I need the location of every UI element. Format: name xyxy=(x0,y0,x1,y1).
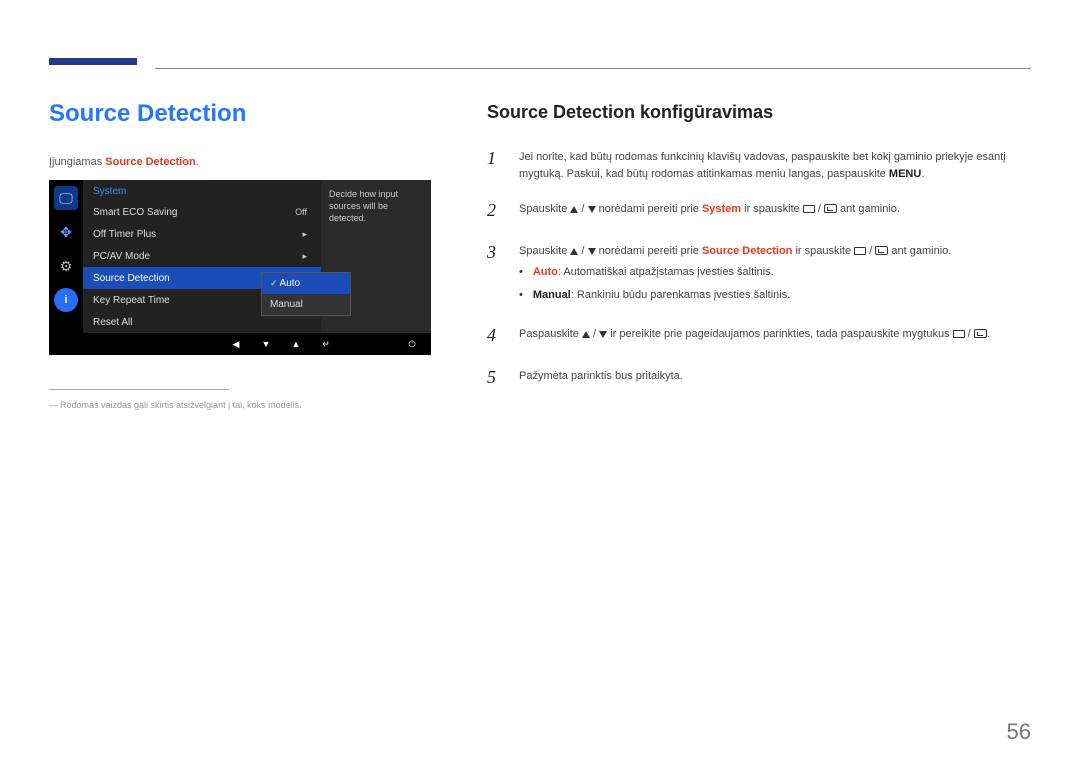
footnote-rule xyxy=(49,389,229,390)
arrow-down-icon xyxy=(599,331,607,338)
button-icon xyxy=(953,330,965,338)
t: ir pereikite prie pageidaujamos parinkti… xyxy=(607,328,952,340)
arrow-up-icon xyxy=(570,206,578,213)
t: . xyxy=(921,168,924,180)
button-icon xyxy=(854,247,866,255)
step-text: Spauskite / norėdami pereiti prie Source… xyxy=(519,239,951,308)
step-number: 1 xyxy=(487,145,501,183)
step-number: 3 xyxy=(487,239,501,308)
nav-down-icon: ▼ xyxy=(259,339,273,349)
enter-icon xyxy=(875,246,888,255)
footnote-text: Rodomas vaizdas gali skirtis atsižvelgia… xyxy=(49,400,429,410)
t: ant gaminio. xyxy=(888,245,951,257)
enter-icon xyxy=(974,329,987,338)
osd-submenu-manual: Manual xyxy=(262,294,350,315)
bullet-auto: Auto: Automatiškai atpažįstamas įvesties… xyxy=(519,264,951,281)
step-2: 2 Spauskite / norėdami pereiti prie Syst… xyxy=(487,197,1031,225)
step-3: 3 Spauskite / norėdami pereiti prie Sour… xyxy=(487,239,1031,308)
t: norėdami pereiti prie xyxy=(596,203,702,215)
menu-keyword: MENU xyxy=(889,168,921,180)
bullet-dot xyxy=(519,287,523,304)
osd-row-eco: Smart ECO Saving Off xyxy=(83,201,321,223)
intro-post: . xyxy=(196,156,199,168)
osd-row-label: Reset All xyxy=(93,317,311,328)
osd-section-title: System xyxy=(83,180,321,201)
t: Paspauskite xyxy=(519,328,582,340)
page-number: 56 xyxy=(1007,719,1031,745)
source-detection-keyword: Source Detection xyxy=(702,245,792,257)
arrow-down-icon xyxy=(588,248,596,255)
osd-row-label: PC/AV Mode xyxy=(93,251,302,262)
osd-submenu-auto: ✓Auto xyxy=(262,273,350,294)
osd-row-label: Off Timer Plus xyxy=(93,229,302,240)
page-content: Source Detection Įjungiamas Source Detec… xyxy=(0,0,1080,410)
manual-keyword: Manual xyxy=(533,289,571,301)
t: : Automatiškai atpažįstamas įvesties šal… xyxy=(558,266,774,278)
osd-row-pcav: PC/AV Mode ▸ xyxy=(83,245,321,267)
step-1: 1 Jei norite, kad būtų rodomas funkcinių… xyxy=(487,145,1031,183)
step-number: 4 xyxy=(487,322,501,350)
system-keyword: System xyxy=(702,203,741,215)
button-icon xyxy=(803,205,815,213)
t: Spauskite xyxy=(519,203,570,215)
page-title: Source Detection xyxy=(49,100,429,128)
header-rule xyxy=(155,68,1031,69)
right-column: Source Detection konfigūravimas 1 Jei no… xyxy=(487,100,1031,410)
nav-enter-icon: ↵ xyxy=(319,339,333,350)
bullet-text: Auto: Automatiškai atpažįstamas įvesties… xyxy=(533,264,774,281)
bullet-text: Manual: Rankiniu būdu parenkamas įvestie… xyxy=(533,287,790,304)
section-heading: Source Detection konfigūravimas xyxy=(487,102,1031,123)
nav-up-icon: ▲ xyxy=(289,339,303,349)
arrow-down-icon xyxy=(588,206,596,213)
t: Spauskite xyxy=(519,245,570,257)
power-icon: ⏻ xyxy=(405,339,419,350)
osd-row-value: ▸ xyxy=(302,229,311,240)
step-number: 2 xyxy=(487,197,501,225)
arrow-up-icon xyxy=(582,331,590,338)
header-accent-bar xyxy=(49,58,137,65)
t: Jei norite, kad būtų rodomas funkcinių k… xyxy=(519,151,1006,180)
nav-left-icon: ◀ xyxy=(229,339,243,350)
intro-keyword: Source Detection xyxy=(105,156,195,168)
osd-row-timer: Off Timer Plus ▸ xyxy=(83,223,321,245)
step-text: Paspauskite / ir pereikite prie pageidau… xyxy=(519,322,990,350)
step-number: 5 xyxy=(487,364,501,392)
osd-screenshot: 🖵 ✥ ⚙ i System Smart ECO Saving Off Off … xyxy=(49,180,431,355)
t: ir spauskite xyxy=(792,245,854,257)
left-column: Source Detection Įjungiamas Source Detec… xyxy=(49,100,429,410)
bullet-manual: Manual: Rankiniu būdu parenkamas įvestie… xyxy=(519,287,951,304)
step-5: 5 Pažymėta parinktis bus pritaikyta. xyxy=(487,364,1031,392)
t: ant gaminio. xyxy=(837,203,900,215)
osd-sub-label: Manual xyxy=(270,299,303,310)
osd-submenu: ✓Auto Manual xyxy=(261,272,351,316)
osd-row-value: ▸ xyxy=(302,251,311,262)
osd-icon-column: 🖵 ✥ ⚙ i xyxy=(49,180,83,333)
t: ir spauskite xyxy=(741,203,803,215)
step-text: Pažymėta parinktis bus pritaikyta. xyxy=(519,364,683,392)
osd-row-value: Off xyxy=(295,207,311,217)
osd-sub-label: Auto xyxy=(280,278,301,289)
osd-footer: ◀ ▼ ▲ ↵ ⏻ xyxy=(49,333,431,355)
steps-list: 1 Jei norite, kad būtų rodomas funkcinių… xyxy=(487,145,1031,392)
gear-icon: ⚙ xyxy=(54,254,78,278)
step-text: Jei norite, kad būtų rodomas funkcinių k… xyxy=(519,145,1031,183)
intro-pre: Įjungiamas xyxy=(49,156,105,168)
auto-keyword: Auto xyxy=(533,266,558,278)
arrow-up-icon xyxy=(570,248,578,255)
bullet-dot xyxy=(519,264,523,281)
step-text: Spauskite / norėdami pereiti prie System… xyxy=(519,197,900,225)
step-4: 4 Paspauskite / ir pereikite prie pageid… xyxy=(487,322,1031,350)
osd-row-label: Smart ECO Saving xyxy=(93,207,295,218)
t: norėdami pereiti prie xyxy=(596,245,702,257)
check-icon: ✓ xyxy=(270,278,278,288)
t: . xyxy=(987,328,990,340)
osd-body: 🖵 ✥ ⚙ i System Smart ECO Saving Off Off … xyxy=(49,180,431,333)
intro-text: Įjungiamas Source Detection. xyxy=(49,156,429,168)
monitor-icon: 🖵 xyxy=(54,186,78,210)
t: : Rankiniu būdu parenkamas įvesties šalt… xyxy=(571,289,791,301)
info-icon: i xyxy=(54,288,78,312)
enter-icon xyxy=(824,204,837,213)
options-bullets: Auto: Automatiškai atpažįstamas įvesties… xyxy=(519,264,951,304)
move-icon: ✥ xyxy=(54,220,78,244)
